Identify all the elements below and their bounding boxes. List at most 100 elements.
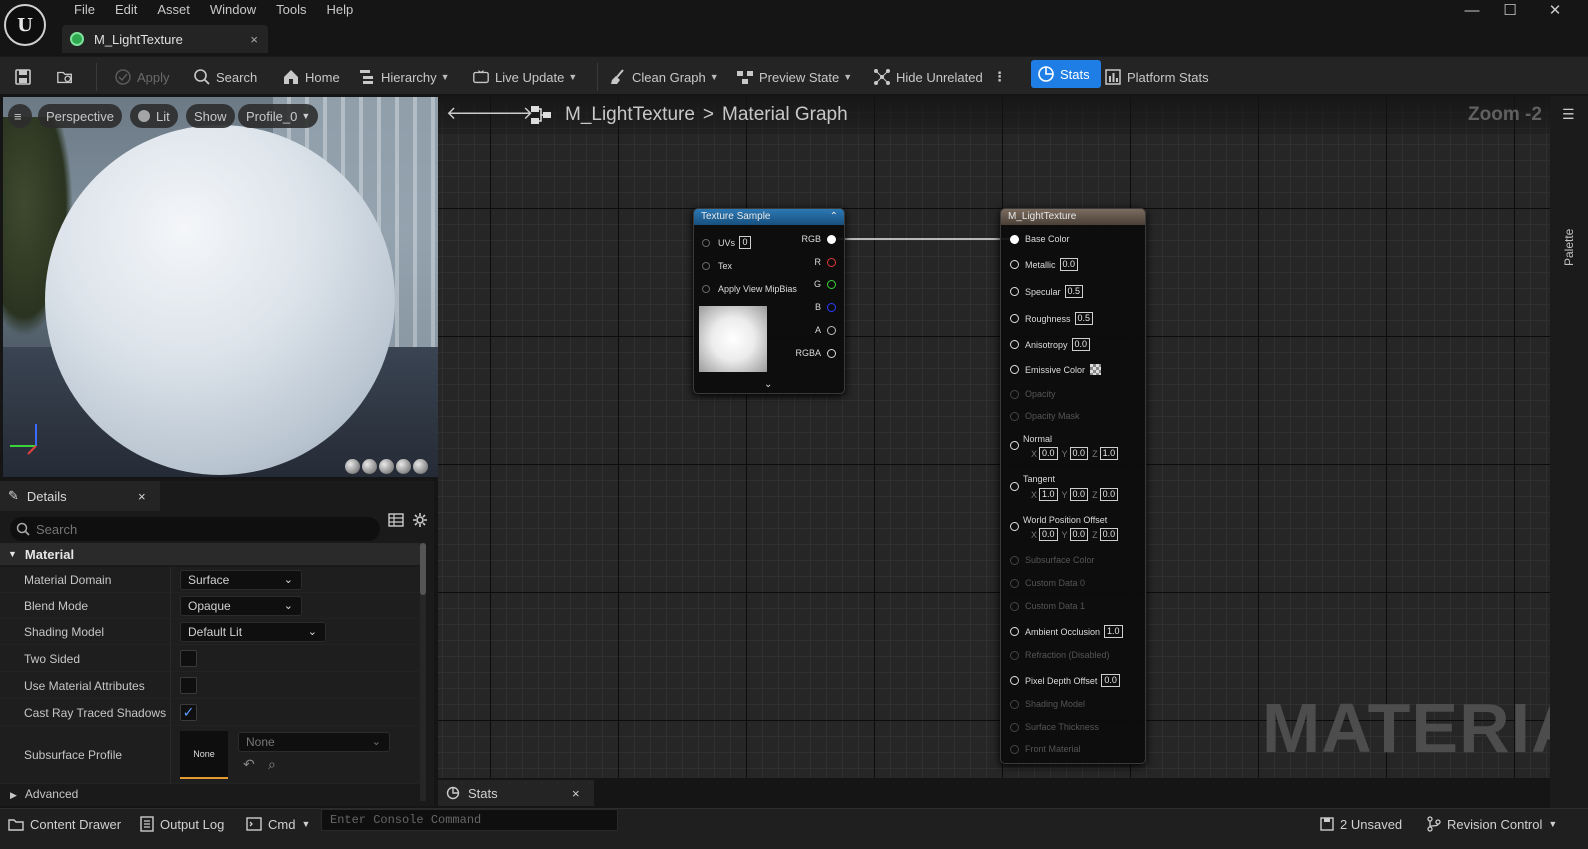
specular-value[interactable]: 0.5 [1064,285,1084,298]
normal-z-value[interactable]: 1.0 [1099,447,1119,460]
content-drawer-button[interactable]: Content Drawer [8,812,121,836]
plane-preview-icon[interactable] [379,459,394,474]
cast-ray-traced-shadows-checkbox[interactable]: ✓ [180,704,197,721]
texture-sample-node[interactable]: Texture Sample ⌃ UVs 0 Tex Apply View MipB… [693,208,845,394]
show-button[interactable]: Show [186,104,235,128]
teapot-preview-icon[interactable] [413,459,428,474]
table-view-icon[interactable] [388,512,404,528]
material-category[interactable]: ▼ Material [0,543,420,565]
rgb-output-pin[interactable]: RGB [801,234,836,244]
gear-icon[interactable] [412,512,428,528]
menu-window[interactable]: Window [200,0,266,20]
maximize-button[interactable]: ☐ [1500,2,1520,20]
platform-stats-button[interactable]: Platform Stats [1104,65,1209,89]
search-button[interactable]: Search [193,65,257,89]
expand-node-icon[interactable]: ⌄ [764,379,772,390]
more-options-icon[interactable]: ⋮ [993,65,1006,89]
hierarchy-dropdown[interactable]: Hierarchy ▼ [358,65,450,89]
details-search[interactable] [10,517,380,541]
use-material-attributes-checkbox[interactable] [180,677,197,694]
cube-preview-icon[interactable] [396,459,411,474]
rgb-to-base-color-wire[interactable] [838,236,1018,242]
emissive-color-pin[interactable]: Emissive Color [1010,364,1102,375]
output-log-button[interactable]: Output Log [140,812,224,836]
specular-pin[interactable]: Specular 0.5 [1010,285,1084,298]
shading-model-combo[interactable]: Default Lit ⌄ [180,622,326,642]
g-output-pin[interactable]: G [814,279,836,289]
sphere-preview-icon[interactable] [362,459,377,474]
close-window-button[interactable]: ✕ [1545,2,1565,20]
rgba-output-pin[interactable]: RGBA [795,348,836,358]
material-output-header[interactable]: M_LightTexture [1001,209,1145,225]
home-button[interactable]: Home [282,65,340,89]
minimize-button[interactable]: — [1462,2,1482,20]
normal-x-value[interactable]: 0.0 [1039,447,1058,460]
menu-help[interactable]: Help [316,0,363,20]
ambient-occlusion-value[interactable]: 1.0 [1104,625,1123,638]
roughness-pin[interactable]: Roughness 0.5 [1010,312,1094,325]
advanced-category[interactable]: ▶ Advanced [0,787,420,805]
menu-tools[interactable]: Tools [266,0,316,20]
r-output-pin[interactable]: R [815,257,836,267]
details-tab[interactable]: ✎ Details × [0,481,160,511]
material-graph-canvas[interactable] [438,96,1550,778]
anisotropy-pin[interactable]: Anisotropy 0.0 [1010,338,1091,351]
emissive-color-swatch[interactable] [1090,364,1102,375]
save-button[interactable] [14,65,37,89]
revision-control-button[interactable]: Revision Control ▼ [1427,812,1557,836]
cmd-dropdown[interactable]: Cmd ▼ [246,812,310,836]
pixel-depth-offset-value[interactable]: 0.0 [1101,674,1120,687]
profile-dropdown[interactable]: Profile_0 ▼ [238,104,319,128]
stats-panel-tab[interactable]: Stats × [438,780,594,806]
metallic-pin[interactable]: Metallic 0.0 [1010,258,1079,271]
details-scrollbar[interactable] [420,543,426,801]
scrollbar-thumb[interactable] [420,543,426,595]
breadcrumb-graph[interactable]: Material Graph [722,104,848,126]
apply-button[interactable]: Apply [114,65,170,89]
menu-asset[interactable]: Asset [147,0,200,20]
anisotropy-value[interactable]: 0.0 [1071,338,1091,351]
tangent-x-value[interactable]: 1.0 [1039,488,1058,501]
texture-sample-header[interactable]: Texture Sample ⌃ [694,209,844,225]
close-stats-icon[interactable]: × [572,786,580,801]
palette-tab[interactable]: Palette [1562,229,1576,266]
unreal-logo-icon[interactable]: U [4,4,46,46]
stats-button[interactable]: Stats [1031,60,1101,88]
preview-state-dropdown[interactable]: Preview State ▼ [736,65,852,89]
palette-list-icon[interactable]: ☰ [1562,106,1575,123]
tangent-z-value[interactable]: 0.0 [1099,488,1119,501]
viewport-menu-icon[interactable]: ≡ [8,104,32,128]
cylinder-preview-icon[interactable] [345,459,360,474]
close-tab-icon[interactable]: × [250,32,258,47]
wpo-z-value[interactable]: 0.0 [1099,528,1119,541]
wpo-pin[interactable] [1010,522,1025,531]
details-search-input[interactable] [36,521,366,537]
material-output-node[interactable]: M_LightTexture Base Color Metallic 0.0 Sp… [1000,208,1146,764]
perspective-button[interactable]: Perspective [38,104,122,128]
close-details-icon[interactable]: × [138,489,146,504]
preview-viewport[interactable] [3,97,440,477]
b-output-pin[interactable]: B [815,302,836,312]
pixel-depth-offset-pin[interactable]: Pixel Depth Offset 0.0 [1010,674,1120,687]
blend-mode-combo[interactable]: Opaque ⌄ [180,596,302,616]
preview-mesh-selector[interactable] [345,459,428,474]
two-sided-checkbox[interactable] [180,650,197,667]
live-update-dropdown[interactable]: Live Update ▼ [472,65,577,89]
normal-pin[interactable] [1010,441,1025,450]
ambient-occlusion-pin[interactable]: Ambient Occlusion 1.0 [1010,625,1123,638]
metallic-value[interactable]: 0.0 [1059,258,1079,271]
normal-y-value[interactable]: 0.0 [1069,447,1089,460]
clean-graph-dropdown[interactable]: Clean Graph ▼ [609,65,719,89]
tangent-y-value[interactable]: 0.0 [1069,488,1089,501]
unsaved-button[interactable]: 2 Unsaved [1320,812,1402,836]
texture-preview-thumbnail[interactable] [699,306,767,372]
hide-unrelated-button[interactable]: Hide Unrelated [873,65,983,89]
breadcrumb-asset[interactable]: M_LightTexture [565,104,695,126]
lit-button[interactable]: Lit [130,104,178,128]
wpo-y-value[interactable]: 0.0 [1069,528,1089,541]
uvs-pin[interactable]: UVs 0 [702,236,752,249]
tangent-pin[interactable] [1010,482,1025,491]
browse-asset-icon[interactable]: ⌕ [268,756,276,773]
browse-button[interactable] [56,65,79,89]
mipbias-pin[interactable]: Apply View MipBias [702,284,797,294]
